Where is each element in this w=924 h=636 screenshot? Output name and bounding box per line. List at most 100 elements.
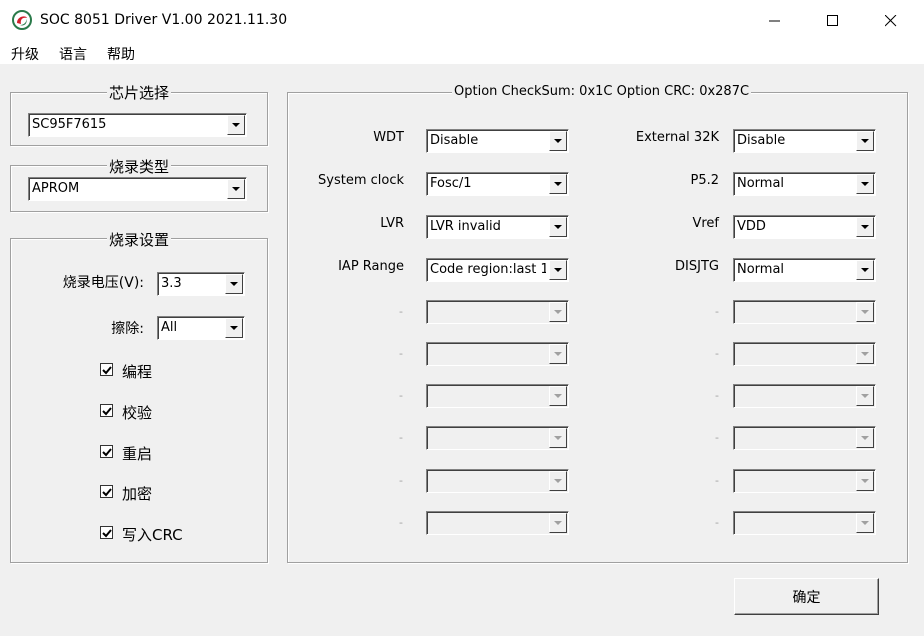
maximize-icon: [827, 15, 838, 26]
option-value-left-3: Code region:last 1K: [430, 262, 546, 277]
checkmark-icon: [102, 407, 112, 416]
chevron-down-icon[interactable]: [549, 386, 567, 406]
option-label-right-4: -: [715, 305, 719, 318]
option-combo-right-7[interactable]: [733, 426, 876, 450]
ok-button[interactable]: 确定: [734, 578, 879, 615]
option-combo-left-7[interactable]: [426, 426, 569, 450]
option-combo-right-4[interactable]: [733, 300, 876, 324]
chevron-down-icon[interactable]: [549, 302, 567, 322]
chevron-down-icon[interactable]: [549, 217, 567, 237]
option-label-left-4: -: [399, 305, 403, 318]
chevron-down-icon[interactable]: [227, 115, 245, 135]
title-bar: SOC 8051 Driver V1.00 2021.11.30: [0, 0, 924, 42]
chevron-down-icon[interactable]: [225, 274, 243, 294]
burn-settings-title: 烧录设置: [107, 229, 172, 250]
menu-upgrade[interactable]: 升级: [11, 44, 39, 64]
chevron-down-icon[interactable]: [856, 471, 874, 491]
burn-type-value: APROM: [32, 181, 80, 196]
option-combo-left-4[interactable]: [426, 300, 569, 324]
option-combo-left-9[interactable]: [426, 511, 569, 535]
maximize-button[interactable]: [804, 0, 862, 42]
chevron-down-icon[interactable]: [549, 428, 567, 448]
erase-combo[interactable]: All: [157, 316, 245, 340]
option-combo-left-2[interactable]: LVR invalid: [426, 215, 569, 239]
chevron-down-icon[interactable]: [856, 428, 874, 448]
checkbox[interactable]: [100, 404, 113, 417]
option-combo-right-1[interactable]: Normal: [733, 172, 876, 196]
chip-select-combo[interactable]: SC95F7615: [28, 113, 247, 137]
checkbox[interactable]: [100, 363, 113, 376]
checkmark-icon: [102, 488, 112, 497]
option-label-right-1: P5.2: [690, 173, 719, 188]
chevron-down-icon[interactable]: [549, 131, 567, 151]
option-combo-right-3[interactable]: Normal: [733, 258, 876, 282]
option-value-right-3: Normal: [737, 262, 785, 277]
option-value-left-0: Disable: [430, 133, 479, 148]
option-label-right-0: External 32K: [635, 130, 719, 145]
chevron-down-icon[interactable]: [227, 179, 245, 199]
chevron-down-icon[interactable]: [549, 471, 567, 491]
option-combo-right-5[interactable]: [733, 342, 876, 366]
chevron-down-icon[interactable]: [856, 217, 874, 237]
chip-select-value: SC95F7615: [32, 117, 107, 132]
option-combo-right-0[interactable]: Disable: [733, 129, 876, 153]
chevron-down-icon[interactable]: [549, 513, 567, 533]
check-verify-label: 校验: [122, 404, 153, 422]
voltage-combo[interactable]: 3.3: [157, 272, 245, 296]
option-value-right-2: VDD: [737, 219, 766, 234]
option-combo-left-0[interactable]: Disable: [426, 129, 569, 153]
app-logo-icon: [12, 10, 32, 30]
checkmark-icon: [102, 366, 112, 375]
close-button[interactable]: [862, 0, 920, 42]
checkbox[interactable]: [100, 445, 113, 458]
chevron-down-icon[interactable]: [856, 174, 874, 194]
options-title: Option CheckSum: 0x1C Option CRC: 0x287C: [452, 84, 752, 99]
option-combo-right-2[interactable]: VDD: [733, 215, 876, 239]
option-combo-left-3[interactable]: Code region:last 1K: [426, 258, 569, 282]
option-label-right-3: DISJTG: [675, 259, 719, 274]
option-combo-left-6[interactable]: [426, 384, 569, 408]
option-combo-left-5[interactable]: [426, 342, 569, 366]
option-label-left-7: -: [399, 431, 403, 444]
chevron-down-icon[interactable]: [549, 344, 567, 364]
chevron-down-icon[interactable]: [856, 131, 874, 151]
checkmark-icon: [102, 448, 112, 457]
option-label-left-8: -: [399, 474, 403, 487]
option-value-left-1: Fosc/1: [430, 176, 472, 191]
voltage-value: 3.3: [161, 276, 182, 291]
option-combo-right-6[interactable]: [733, 384, 876, 408]
chevron-down-icon[interactable]: [856, 302, 874, 322]
close-icon: [885, 15, 897, 27]
option-combo-left-8[interactable]: [426, 469, 569, 493]
option-label-left-2: LVR: [380, 216, 404, 231]
option-combo-right-9[interactable]: [733, 511, 876, 535]
chevron-down-icon[interactable]: [856, 386, 874, 406]
check-encrypt-label: 加密: [122, 485, 153, 503]
chevron-down-icon[interactable]: [856, 344, 874, 364]
option-label-right-2: Vref: [692, 216, 719, 231]
option-label-left-5: -: [399, 347, 403, 360]
chevron-down-icon[interactable]: [856, 260, 874, 280]
option-label-right-5: -: [715, 347, 719, 360]
option-combo-left-1[interactable]: Fosc/1: [426, 172, 569, 196]
burn-type-combo[interactable]: APROM: [28, 177, 247, 201]
menu-language[interactable]: 语言: [59, 44, 87, 64]
chip-select-title: 芯片选择: [107, 82, 172, 103]
menu-help[interactable]: 帮助: [107, 44, 135, 64]
erase-label: 擦除:: [111, 321, 144, 337]
option-combo-right-8[interactable]: [733, 469, 876, 493]
checkbox[interactable]: [100, 485, 113, 498]
minimize-icon: [769, 20, 780, 22]
option-value-right-1: Normal: [737, 176, 785, 191]
chevron-down-icon[interactable]: [549, 260, 567, 280]
check-program-label: 编程: [122, 363, 153, 381]
check-restart-label: 重启: [122, 445, 153, 463]
minimize-button[interactable]: [746, 0, 804, 42]
option-value-left-2: LVR invalid: [430, 219, 501, 234]
chevron-down-icon[interactable]: [549, 174, 567, 194]
voltage-label: 烧录电压(V):: [62, 275, 144, 291]
checkbox[interactable]: [100, 526, 113, 539]
chevron-down-icon[interactable]: [225, 318, 243, 338]
chevron-down-icon[interactable]: [856, 513, 874, 533]
burn-type-title: 烧录类型: [107, 156, 172, 177]
